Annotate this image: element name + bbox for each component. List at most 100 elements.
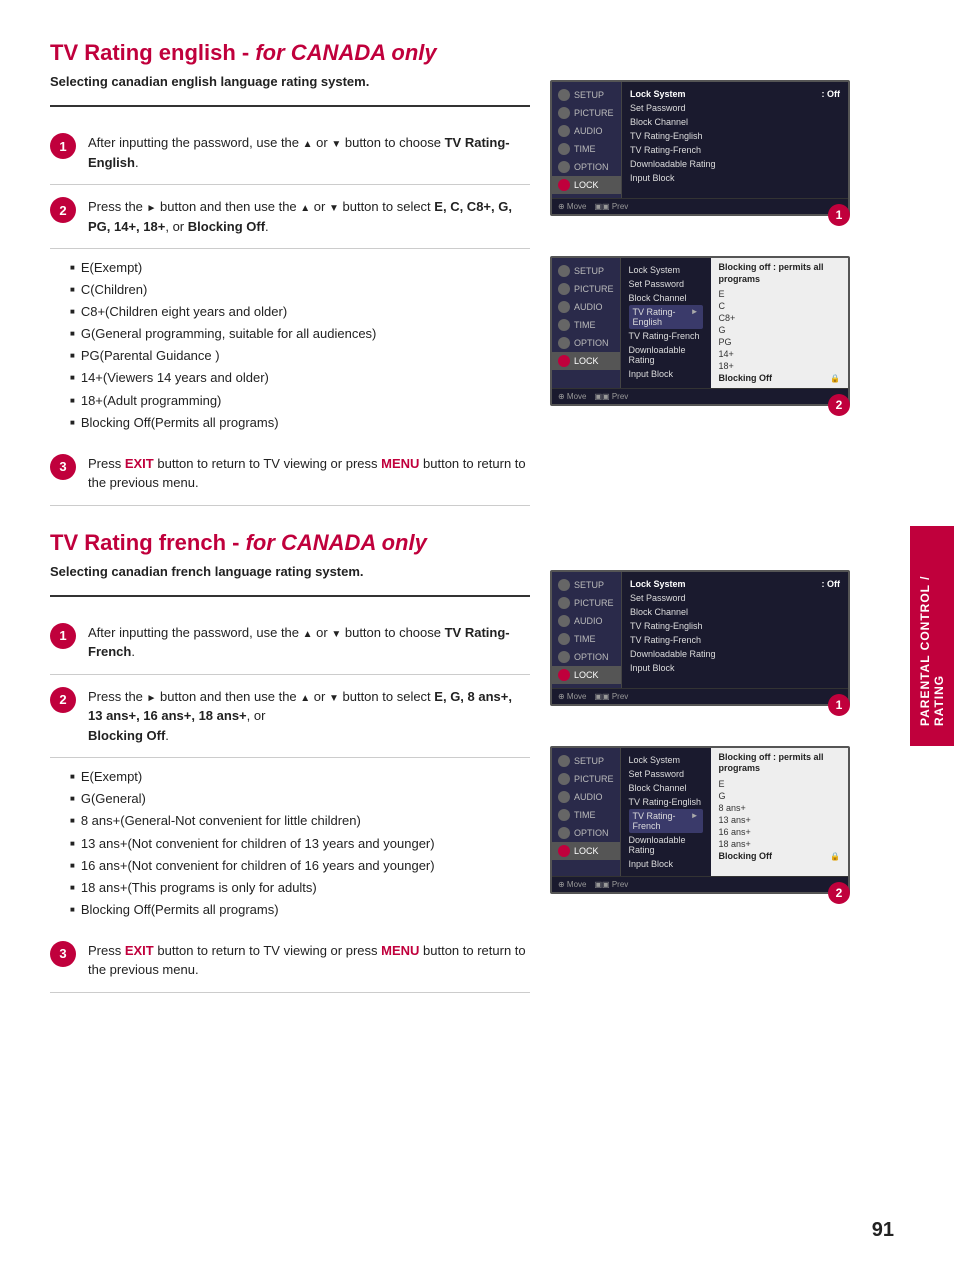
french-bullet-18: 18 ans+(This programs is only for adults… xyxy=(70,877,530,899)
fmenu-lock-system: Lock System: Off xyxy=(630,577,840,591)
english-title: TV Rating english - for CANADA only xyxy=(50,40,530,66)
fsubmenu-e: E xyxy=(719,778,840,790)
menu-lock-system: Lock System: Off xyxy=(630,87,840,101)
english-screen-1: SETUP PICTURE AUDIO TIME OPTION LOCK Loc… xyxy=(550,80,850,216)
fsetup-icon xyxy=(558,579,570,591)
french-screen-badge-2: 2 xyxy=(828,882,850,904)
french-screen-1-wrap: SETUP PICTURE AUDIO TIME OPTION LOCK Loc… xyxy=(550,570,860,706)
lock-icon xyxy=(558,179,570,191)
bullet-e: E(Exempt) xyxy=(70,257,530,279)
submenu-blocking: Blocking Off xyxy=(719,372,840,384)
fmenu-set-password: Set Password xyxy=(630,591,840,605)
fmenu-tv-rating-french-2: TV Rating-French► xyxy=(629,809,703,833)
fsetup-icon-2 xyxy=(558,755,570,767)
bullet-g: G(General programming, suitable for all … xyxy=(70,323,530,345)
menu-lock-system-2: Lock System xyxy=(629,263,703,277)
sidebar-option: OPTION xyxy=(552,158,621,176)
tv-footer-2: ⊕ Move ▣▣ Prev xyxy=(552,388,848,404)
bullet-c8: C8+(Children eight years and older) xyxy=(70,301,530,323)
fmenu-downloadable-rating-2: Downloadable Rating xyxy=(629,833,703,857)
fsidebar-audio: AUDIO xyxy=(552,612,621,630)
menu-set-password-2: Set Password xyxy=(629,277,703,291)
option-icon-2 xyxy=(558,337,570,349)
english-screens: SETUP PICTURE AUDIO TIME OPTION LOCK Loc… xyxy=(550,40,860,506)
sidebar-rating-label: PARENTAL CONTROL / RATING xyxy=(910,526,954,746)
english-step-3: 3 Press EXIT button to return to TV view… xyxy=(50,442,530,506)
fpicture-icon xyxy=(558,597,570,609)
sidebar-setup: SETUP xyxy=(552,86,621,104)
fsubmenu-18: 18 ans+ xyxy=(719,838,840,850)
english-top-divider xyxy=(50,105,530,107)
fsidebar-time-2: TIME xyxy=(552,806,620,824)
french-bullet-13: 13 ans+(Not convenient for children of 1… xyxy=(70,833,530,855)
tv-menu-2: Lock System Set Password Block Channel T… xyxy=(621,258,711,388)
page-number: 91 xyxy=(872,1219,894,1242)
french-step-2: 2 Press the button and then use the or b… xyxy=(50,675,530,759)
audio-icon xyxy=(558,125,570,137)
foption-icon-2 xyxy=(558,827,570,839)
setup-icon-2 xyxy=(558,265,570,277)
fsidebar-option: OPTION xyxy=(552,648,621,666)
french-step-3: 3 Press EXIT button to return to TV view… xyxy=(50,929,530,993)
french-step-1: 1 After inputting the password, use the … xyxy=(50,611,530,675)
bullet-14: 14+(Viewers 14 years and older) xyxy=(70,367,530,389)
french-subtitle: Selecting canadian french language ratin… xyxy=(50,564,530,579)
step-2-circle: 2 xyxy=(50,197,76,223)
fmenu-downloadable-rating: Downloadable Rating xyxy=(630,647,840,661)
french-step-2-circle: 2 xyxy=(50,687,76,713)
foption-icon xyxy=(558,651,570,663)
sidebar-setup-2: SETUP xyxy=(552,262,620,280)
english-bullet-list: E(Exempt) C(Children) C8+(Children eight… xyxy=(50,249,530,442)
french-step-3-text: Press EXIT button to return to TV viewin… xyxy=(88,941,530,980)
time-icon xyxy=(558,143,570,155)
english-section: TV Rating english - for CANADA only Sele… xyxy=(50,40,860,506)
menu-downloadable-rating: Downloadable Rating xyxy=(630,157,840,171)
french-screens: SETUP PICTURE AUDIO TIME OPTION LOCK Loc… xyxy=(550,530,860,993)
menu-tv-rating-english-2: TV Rating-English► xyxy=(629,305,703,329)
tv-sidebar-2: SETUP PICTURE AUDIO TIME OPTION LOCK xyxy=(552,258,621,388)
tv-sidebar-1: SETUP PICTURE AUDIO TIME OPTION LOCK xyxy=(552,82,622,198)
fsidebar-setup-2: SETUP xyxy=(552,752,620,770)
fsubmenu-lock-icon xyxy=(830,851,840,861)
fmenu-input-block-2: Input Block xyxy=(629,857,703,871)
submenu-pg: PG xyxy=(719,336,840,348)
french-bullet-blocking: Blocking Off(Permits all programs) xyxy=(70,899,530,921)
fpicture-icon-2 xyxy=(558,773,570,785)
fsubmenu-title: Blocking off : permits all programs xyxy=(719,752,840,775)
fmenu-block-channel-2: Block Channel xyxy=(629,781,703,795)
fsubmenu-g: G xyxy=(719,790,840,802)
menu-downloadable-rating-2: Downloadable Rating xyxy=(629,343,703,367)
french-screen-1: SETUP PICTURE AUDIO TIME OPTION LOCK Loc… xyxy=(550,570,850,706)
menu-input-block-2: Input Block xyxy=(629,367,703,381)
tv-menu-1: Lock System: Off Set Password Block Chan… xyxy=(622,82,848,198)
french-step-1-text: After inputting the password, use the or… xyxy=(88,623,530,662)
lock-icon-2 xyxy=(558,355,570,367)
tv-menu-french-2: Lock System Set Password Block Channel T… xyxy=(621,748,711,876)
fsubmenu-8: 8 ans+ xyxy=(719,802,840,814)
sidebar-lock-2: LOCK xyxy=(552,352,620,370)
fsidebar-lock-2: LOCK xyxy=(552,842,620,860)
fsubmenu-13: 13 ans+ xyxy=(719,814,840,826)
sidebar-time: TIME xyxy=(552,140,621,158)
menu-tv-rating-french: TV Rating-French xyxy=(630,143,840,157)
french-bullet-8: 8 ans+(General-Not convenient for little… xyxy=(70,810,530,832)
audio-icon-2 xyxy=(558,301,570,313)
french-bullet-list: E(Exempt) G(General) 8 ans+(General-Not … xyxy=(50,758,530,929)
menu-block-channel: Block Channel xyxy=(630,115,840,129)
tv-footer-french-1: ⊕ Move ▣▣ Prev xyxy=(552,688,848,704)
faudio-icon xyxy=(558,615,570,627)
french-bullet-e: E(Exempt) xyxy=(70,766,530,788)
french-screen-badge-1: 1 xyxy=(828,694,850,716)
sidebar-audio-2: AUDIO xyxy=(552,298,620,316)
french-step-2-text: Press the button and then use the or but… xyxy=(88,687,530,746)
french-title: TV Rating french - for CANADA only xyxy=(50,530,530,556)
step-2-text: Press the button and then use the or but… xyxy=(88,197,530,236)
ftime-icon xyxy=(558,633,570,645)
bullet-blocking: Blocking Off(Permits all programs) xyxy=(70,412,530,434)
fmenu-set-password-2: Set Password xyxy=(629,767,703,781)
english-screen-2: SETUP PICTURE AUDIO TIME OPTION LOCK Loc… xyxy=(550,256,850,406)
faudio-icon-2 xyxy=(558,791,570,803)
fmenu-tv-rating-english: TV Rating-English xyxy=(630,619,840,633)
submenu-e: E xyxy=(719,288,840,300)
sidebar-option-2: OPTION xyxy=(552,334,620,352)
